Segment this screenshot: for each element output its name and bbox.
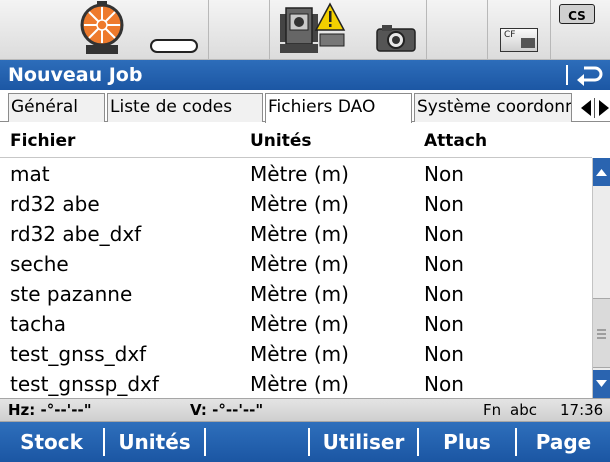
fn-indicator: Fn [483, 401, 502, 419]
cell-unites: Mètre (m) [250, 342, 349, 366]
cell-attach: Non [424, 342, 464, 366]
cell-attach: Non [424, 312, 464, 336]
title-separator [566, 65, 568, 85]
tab-fichiers-dao[interactable]: Fichiers DAO [265, 93, 412, 123]
status-cell-memory[interactable]: CF [488, 0, 550, 60]
title-bar: Nouveau Job [0, 60, 610, 90]
f2-unites-button[interactable]: Unités [105, 422, 204, 462]
cell-fichier: mat [10, 162, 50, 186]
table-row[interactable]: tacha Mètre (m) Non [0, 309, 592, 339]
tab-liste-de-codes[interactable]: Liste de codes [107, 93, 263, 122]
column-header-unites[interactable]: Unités [250, 131, 312, 151]
page-title: Nouveau Job [8, 64, 143, 86]
f1-stock-button[interactable]: Stock [0, 422, 103, 462]
cell-fichier: tacha [10, 312, 67, 336]
table-row[interactable]: test_gnss_dxf Mètre (m) Non [0, 339, 592, 369]
cf-card-icon: CF [500, 28, 538, 52]
table-row[interactable]: mat Mètre (m) Non [0, 159, 592, 189]
input-mode-indicator: abc [510, 401, 537, 419]
cell-fichier: ste pazanne [10, 282, 133, 306]
return-arrow-icon[interactable] [576, 63, 604, 87]
cell-unites: Mètre (m) [250, 192, 349, 216]
camera-icon [376, 25, 416, 52]
cell-unites: Mètre (m) [250, 252, 349, 276]
scroll-up-button[interactable] [593, 158, 610, 186]
cell-attach: Non [424, 372, 464, 396]
status-cell-empty-2 [427, 0, 487, 60]
target-prism-icon [80, 1, 124, 54]
table-header: Fichier Unités Attach [0, 123, 592, 158]
cs-label: CS [568, 9, 586, 23]
table-row[interactable]: rd32 abe Mètre (m) Non [0, 189, 592, 219]
cell-fichier: seche [10, 252, 69, 276]
info-bar: Hz: -°--'--" V: -°--'--" Fn abc 17:36 [0, 398, 610, 422]
table-row[interactable]: test_gnssp_dxf Mètre (m) Non [0, 369, 592, 398]
tab-right-arrow-icon[interactable] [598, 100, 610, 116]
table-row[interactable]: rd32 abe_dxf Mètre (m) Non [0, 219, 592, 249]
scroll-thumb[interactable] [593, 298, 610, 368]
f3-empty-button[interactable] [206, 422, 308, 462]
tab-systeme-coordonnees[interactable]: Système coordonnées [414, 93, 572, 122]
cell-attach: Non [424, 192, 464, 216]
scroll-down-icon [596, 380, 607, 387]
cell-unites: Mètre (m) [250, 222, 349, 246]
table-scrollbar[interactable] [592, 158, 610, 398]
cell-fichier: rd32 abe_dxf [10, 222, 142, 246]
clock: 17:36 [560, 401, 604, 419]
status-cell-empty [209, 0, 269, 60]
f5-plus-button[interactable]: Plus [419, 422, 515, 462]
cell-fichier: test_gnssp_dxf [10, 372, 159, 396]
cell-attach: Non [424, 222, 464, 246]
tab-left-arrow-icon[interactable] [580, 100, 592, 116]
tab-scroll-arrows [574, 93, 610, 122]
tab-bar: Général Liste de codes Fichiers DAO Syst… [0, 90, 610, 123]
f4-utiliser-button[interactable]: Utiliser [310, 422, 417, 462]
cell-fichier: test_gnss_dxf [10, 342, 147, 366]
status-cell-target[interactable] [0, 0, 208, 60]
column-header-attach[interactable]: Attach [424, 131, 487, 151]
cell-attach: Non [424, 162, 464, 186]
status-cell-instrument[interactable] [270, 0, 426, 60]
f6-page-button[interactable]: Page [517, 422, 610, 462]
battery-icon [150, 39, 198, 53]
cell-attach: Non [424, 252, 464, 276]
cell-fichier: rd32 abe [10, 192, 100, 216]
status-cell-cs[interactable]: CS [551, 0, 610, 60]
total-station-warning-icon [280, 2, 346, 53]
hz-readout: Hz: -°--'--" [8, 401, 92, 419]
cell-attach: Non [424, 282, 464, 306]
cs-icon: CS [559, 4, 595, 24]
cell-unites: Mètre (m) [250, 282, 349, 306]
grip-lines-icon [597, 329, 606, 339]
cell-unites: Mètre (m) [250, 162, 349, 186]
cf-label: CF [504, 30, 516, 40]
table-row[interactable]: seche Mètre (m) Non [0, 249, 592, 279]
v-readout: V: -°--'--" [190, 401, 264, 419]
dao-files-table: Fichier Unités Attach mat Mètre (m) Non … [0, 123, 592, 398]
function-key-bar: Stock Unités Utiliser Plus Page [0, 422, 610, 462]
cell-unites: Mètre (m) [250, 312, 349, 336]
status-bar: CF CS [0, 0, 610, 60]
column-header-fichier[interactable]: Fichier [10, 131, 75, 151]
table-row[interactable]: ste pazanne Mètre (m) Non [0, 279, 592, 309]
scroll-up-icon [596, 169, 607, 176]
scroll-down-button[interactable] [593, 370, 610, 398]
tab-general[interactable]: Général [8, 93, 105, 122]
cell-unites: Mètre (m) [250, 372, 349, 396]
